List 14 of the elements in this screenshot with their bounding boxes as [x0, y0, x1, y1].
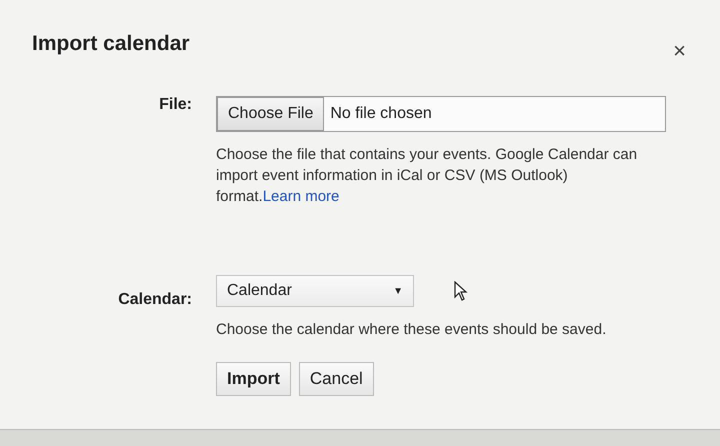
file-status: No file chosen — [329, 105, 432, 123]
calendar-select[interactable]: Calendar ▼ — [216, 275, 414, 307]
calendar-help-text: Choose the calendar where these events should be saved. — [216, 320, 608, 340]
close-button[interactable]: × — [669, 38, 690, 64]
choose-file-button[interactable]: Choose File — [217, 97, 324, 131]
file-input[interactable]: Choose File No file chosen — [216, 96, 666, 132]
learn-more-link[interactable]: Learn more — [262, 188, 340, 205]
file-help-text: Choose the file that contains your events. Google Calendar can import event information in iCal or CSV (MS Outlook) format.Learn more — [216, 145, 638, 207]
calendar-label: Calendar: — [117, 290, 192, 310]
import-button[interactable]: Import — [216, 362, 291, 396]
dialog-title: Import calendar — [32, 32, 190, 56]
file-label: File: — [158, 96, 192, 115]
cancel-button[interactable]: Cancel — [298, 362, 374, 396]
cursor-icon — [454, 281, 468, 301]
